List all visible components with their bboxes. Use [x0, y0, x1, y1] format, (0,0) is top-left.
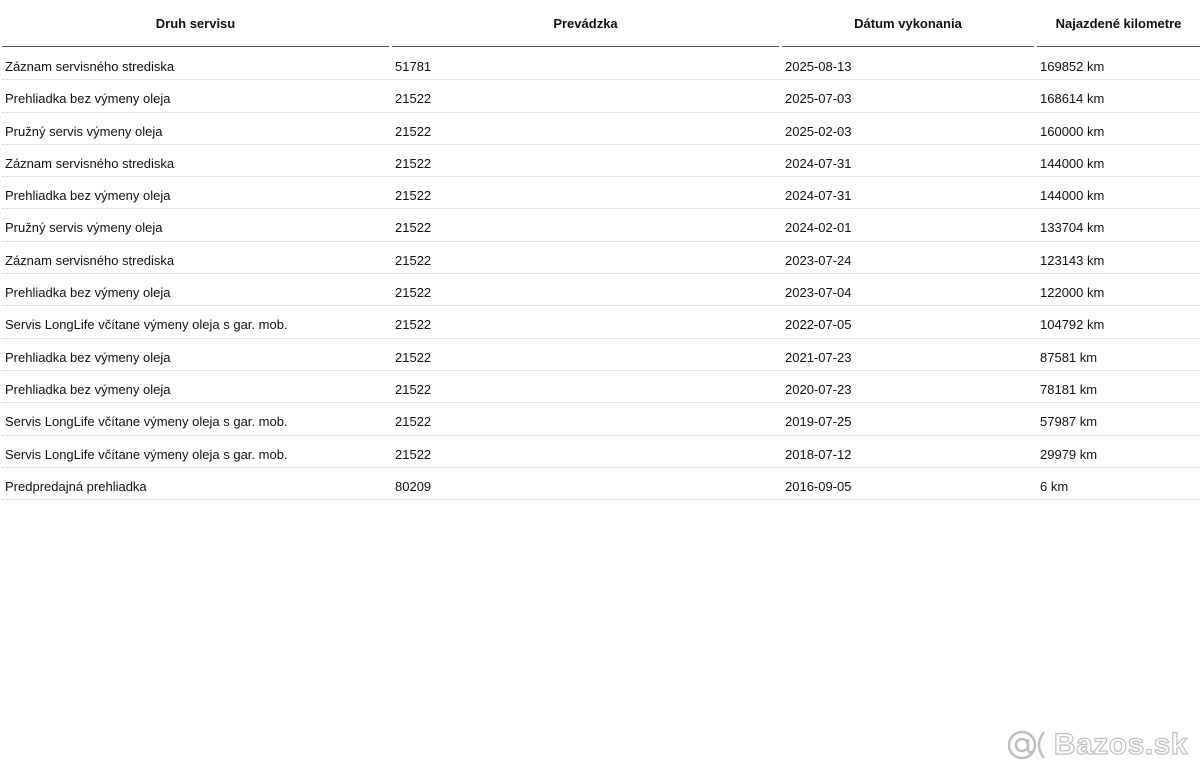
row-mileage-cell: 104792 km — [1040, 317, 1105, 333]
table-row: Pružný servis výmeny oleja 21522 2025-02-0… — [2, 113, 1200, 145]
table-row: Prehliadka bez výmeny oleja 21522 2021-07-… — [2, 339, 1200, 371]
row-service-type-cell: Servis LongLife včítane výmeny oleja s g… — [5, 446, 288, 462]
row-mileage-cell: 123143 km — [1040, 252, 1105, 268]
row-mileage-cell: 160000 km — [1040, 123, 1105, 139]
table-body: Záznam servisného strediska 51781 2025-08-… — [2, 48, 1200, 501]
row-workshop-cell: 21522 — [395, 317, 432, 333]
row-service-type-cell: Prehliadka bez výmeny oleja — [5, 285, 171, 301]
table-row: Prehliadka bez výmeny oleja 21522 2025-07-… — [2, 80, 1200, 113]
watermark-text: Bazos.sk — [1053, 727, 1188, 761]
row-service-type-cell: Prehliadka bez výmeny oleja — [5, 91, 171, 107]
column-header-workshop: Prevádzka — [392, 0, 779, 47]
row-workshop-cell: 21522 — [395, 414, 432, 430]
row-date-cell: 2020-07-23 — [785, 381, 852, 397]
row-service-type-cell: Pružný servis výmeny oleja — [5, 220, 163, 236]
row-date-cell: 2023-07-04 — [785, 285, 852, 301]
row-workshop-cell: 51781 — [395, 59, 432, 74]
row-service-type-cell: Záznam servisného strediska — [5, 59, 175, 74]
row-workshop-cell: 21522 — [395, 285, 432, 301]
row-date-cell: 2025-07-03 — [785, 91, 852, 107]
row-workshop-cell: 21522 — [395, 188, 432, 204]
row-service-type-cell: Záznam servisného strediska — [5, 252, 175, 268]
row-date-cell: 2023-07-24 — [785, 252, 852, 268]
row-mileage-cell: 78181 km — [1040, 381, 1098, 397]
at-sign-logo-icon — [1007, 730, 1045, 760]
row-service-type-cell: Prehliadka bez výmeny oleja — [5, 188, 171, 204]
row-date-cell: 2024-02-01 — [785, 220, 852, 236]
row-workshop-cell: 21522 — [395, 446, 432, 462]
row-mileage-cell: 122000 km — [1040, 285, 1105, 301]
row-workshop-cell: 21522 — [395, 252, 432, 268]
row-workshop-cell: 21522 — [395, 349, 432, 365]
table-row: Záznam servisného strediska 21522 2024-07-… — [2, 145, 1200, 178]
row-date-cell: 2025-02-03 — [785, 123, 852, 139]
row-mileage-cell: 133704 km — [1040, 220, 1105, 236]
row-mileage-cell: 169852 km — [1040, 59, 1105, 74]
row-date-cell: 2016-09-05 — [785, 478, 852, 494]
row-mileage-cell: 144000 km — [1040, 155, 1105, 171]
column-header-date: Dátum vykonania — [782, 0, 1034, 47]
table-row: Servis LongLife včítane výmeny oleja s g… — [2, 436, 1200, 468]
service-history-table: Druh servisu Prevádzka Dátum vykonania N… — [2, 0, 1200, 501]
row-workshop-cell: 21522 — [395, 220, 432, 236]
row-mileage-cell: 29979 km — [1040, 446, 1098, 462]
column-header-service-type: Druh servisu — [2, 0, 389, 47]
row-service-type-cell: Servis LongLife včítane výmeny oleja s g… — [5, 414, 288, 430]
row-date-cell: 2019-07-25 — [785, 414, 852, 430]
table-row: Prehliadka bez výmeny oleja 21522 2020-07-… — [2, 371, 1200, 404]
row-date-cell: 2022-07-05 — [785, 317, 852, 333]
row-service-type-cell: Záznam servisného strediska — [5, 155, 175, 171]
row-workshop-cell: 21522 — [395, 381, 432, 397]
row-mileage-cell: 6 km — [1040, 478, 1069, 494]
table-row: Servis LongLife včítane výmeny oleja s g… — [2, 403, 1200, 436]
row-date-cell: 2018-07-12 — [785, 446, 852, 462]
table-row: Servis LongLife včítane výmeny oleja s g… — [2, 306, 1200, 339]
row-mileage-cell: 144000 km — [1040, 188, 1105, 204]
row-date-cell: 2025-08-13 — [785, 59, 852, 74]
row-service-type-cell: Pružný servis výmeny oleja — [5, 123, 163, 139]
table-row: Záznam servisného strediska 51781 2025-08-… — [2, 48, 1200, 81]
row-workshop-cell: 21522 — [395, 91, 432, 107]
column-header-mileage: Najazdené kilometre — [1037, 0, 1200, 47]
row-mileage-cell: 168614 km — [1040, 91, 1105, 107]
table-row: Prehliadka bez výmeny oleja 21522 2024-07-… — [2, 177, 1200, 210]
row-workshop-cell: 80209 — [395, 478, 432, 494]
bazos-watermark: Bazos.sk — [1006, 727, 1188, 762]
row-date-cell: 2024-07-31 — [785, 188, 852, 204]
table-row: Pružný servis výmeny oleja 21522 2024-02-0… — [2, 209, 1200, 242]
row-service-type-cell: Prehliadka bez výmeny oleja — [5, 381, 171, 397]
table-row: Predpredajná prehliadka 80209 2016-09-05 6 … — [2, 468, 1200, 501]
row-date-cell: 2024-07-31 — [785, 155, 852, 171]
table-row: Záznam servisného strediska 21522 2023-07-… — [2, 242, 1200, 275]
table-row: Prehliadka bez výmeny oleja 21522 2023-07-… — [2, 274, 1200, 307]
table-header-row: Druh servisu Prevádzka Dátum vykonania N… — [2, 0, 1200, 48]
row-workshop-cell: 21522 — [395, 123, 432, 139]
row-date-cell: 2021-07-23 — [785, 349, 852, 365]
row-mileage-cell: 57987 km — [1040, 414, 1098, 430]
row-service-type-cell: Prehliadka bez výmeny oleja — [5, 349, 171, 365]
row-mileage-cell: 87581 km — [1040, 349, 1098, 365]
row-service-type-cell: Servis LongLife včítane výmeny oleja s g… — [5, 317, 288, 333]
row-workshop-cell: 21522 — [395, 155, 432, 171]
row-service-type-cell: Predpredajná prehliadka — [5, 478, 147, 494]
